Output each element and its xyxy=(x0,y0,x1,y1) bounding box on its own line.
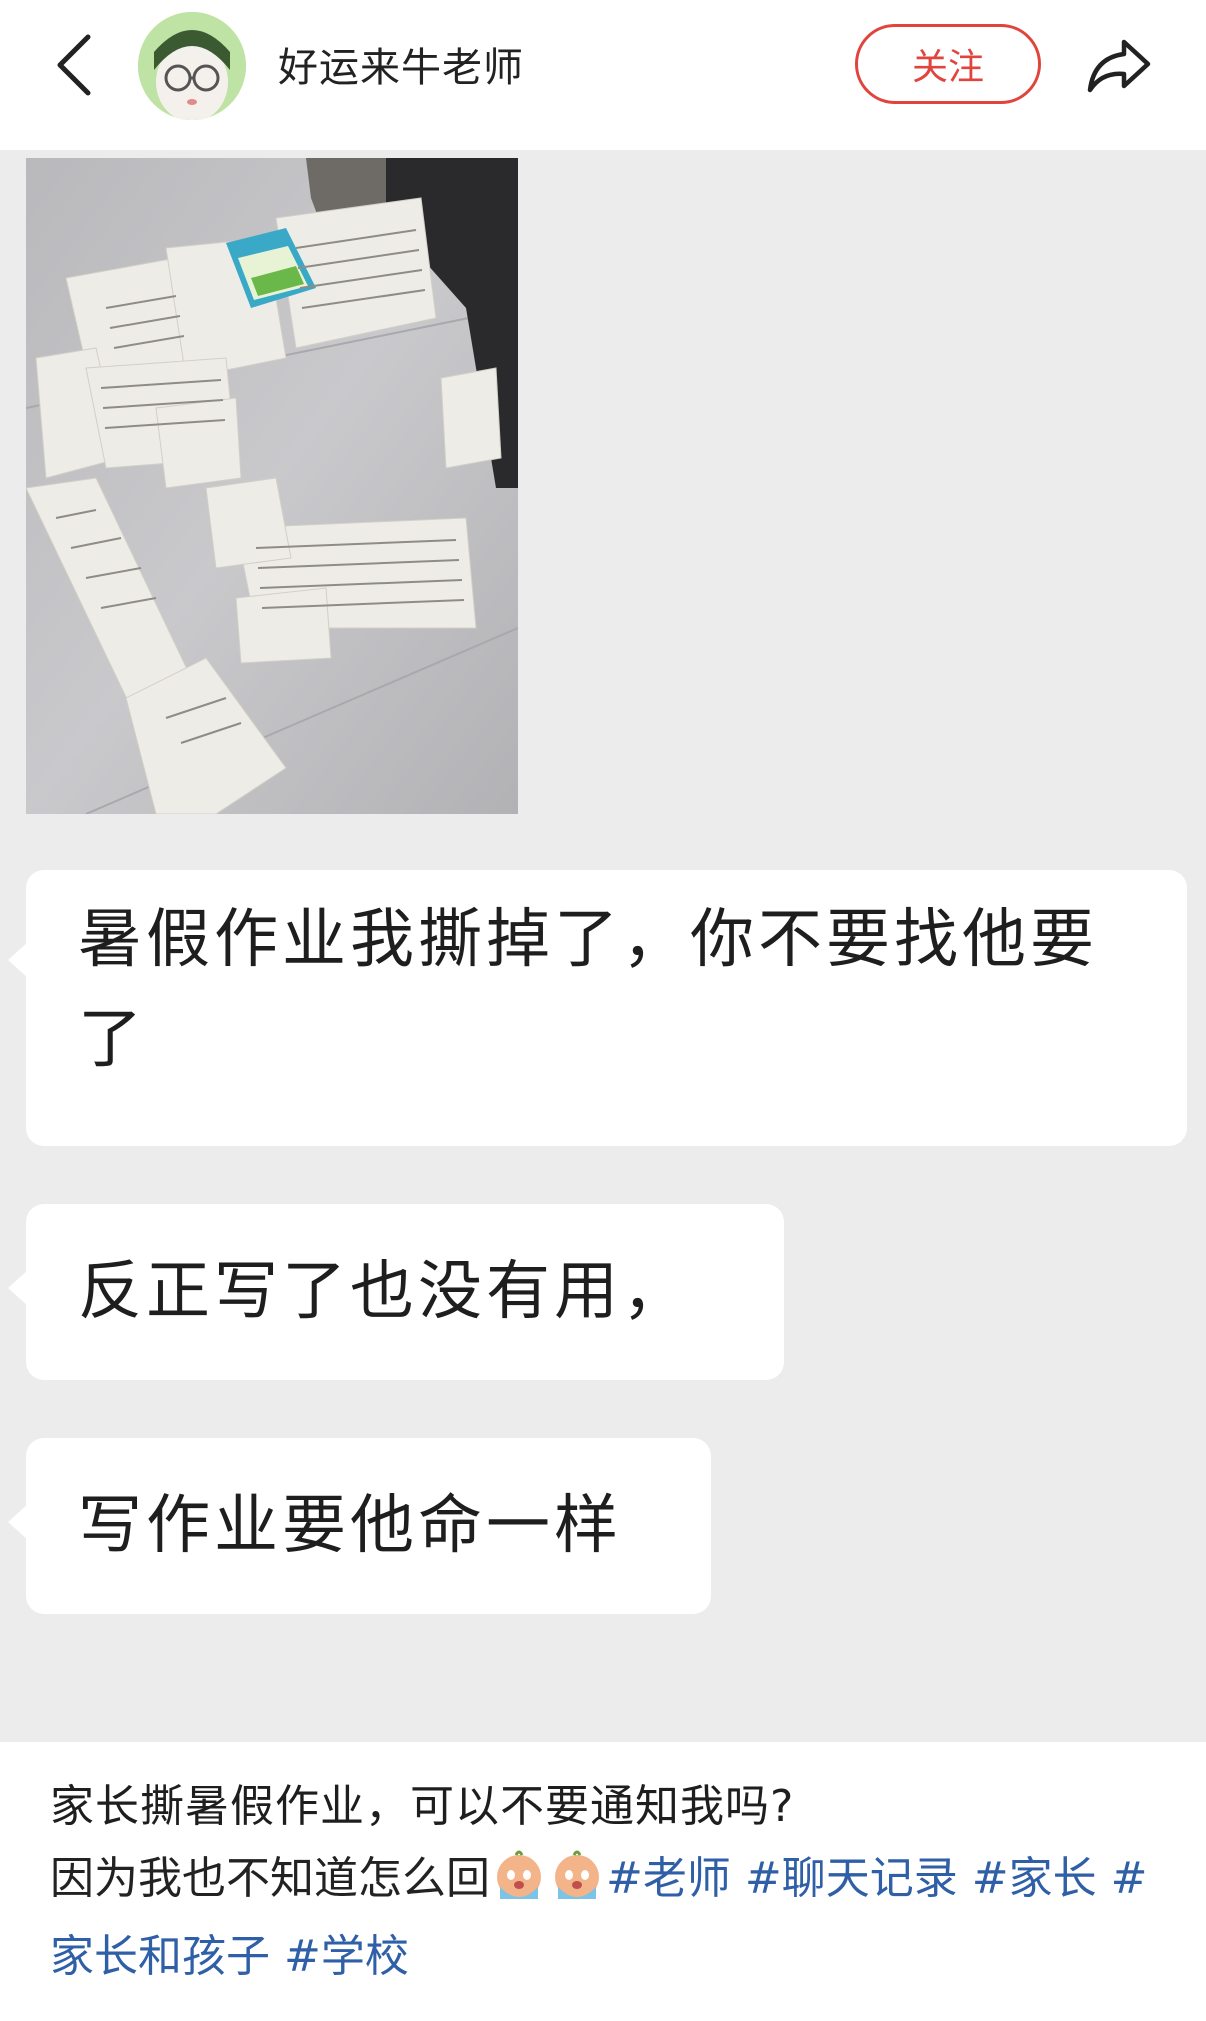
avatar-illustration xyxy=(138,12,246,120)
crying-emoji-icon xyxy=(555,1850,599,1899)
post-caption: 家长撕暑假作业，可以不要通知我吗? 因为我也不知道怎么回 #老师 #聊天记录 #家长… xyxy=(0,1742,1206,2021)
chat-message: 写作业要他命一样 xyxy=(8,1438,711,1614)
follow-button[interactable]: 关注 xyxy=(855,24,1041,104)
author-avatar[interactable] xyxy=(138,12,246,120)
author-name[interactable]: 好运来牛老师 xyxy=(278,35,524,93)
post-body: 因为我也不知道怎么回 #老师 #聊天记录 #家长 #家长和孩子 #学校 xyxy=(50,1840,1170,1996)
hashtag-link[interactable]: #学校 xyxy=(284,1931,409,1982)
torn-paper-scene xyxy=(26,158,518,814)
hashtag-link[interactable]: #家长 xyxy=(972,1853,1097,1904)
post-page: 好运来牛老师 关注 暑假作业我撕掉了，你不要找他要了 反正写了也没有用， 写作业… xyxy=(0,0,1206,2021)
share-arrow-icon xyxy=(1087,39,1151,93)
back-chevron-icon xyxy=(57,34,91,96)
post-body-text: 因为我也不知道怎么回 xyxy=(50,1853,490,1904)
share-button[interactable] xyxy=(1080,28,1156,104)
hashtag-link[interactable]: #聊天记录 xyxy=(745,1853,958,1904)
hashtag-link[interactable]: #老师 xyxy=(606,1853,731,1904)
top-bar: 好运来牛老师 关注 xyxy=(0,0,1206,150)
crying-emoji-icon xyxy=(497,1850,541,1899)
post-title: 家长撕暑假作业，可以不要通知我吗? xyxy=(50,1781,795,1832)
chat-message: 暑假作业我撕掉了，你不要找他要了 xyxy=(8,870,1187,1146)
torn-homework-photo[interactable] xyxy=(26,158,518,814)
chat-message: 反正写了也没有用， xyxy=(8,1204,784,1380)
back-button[interactable] xyxy=(44,30,104,100)
